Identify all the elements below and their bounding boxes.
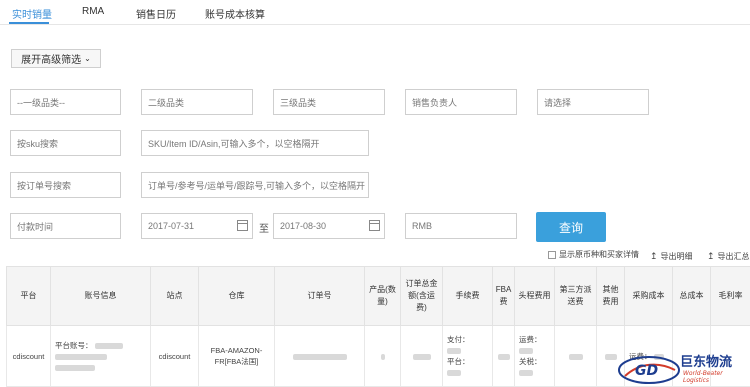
export-summary-link[interactable]: ↥ 导出汇总 [707,251,750,262]
sales-owner-select[interactable]: 销售负责人 [405,89,517,115]
tab-bar: 实时销量 RMA 销售日历 账号成本核算 [0,0,750,25]
date-range-separator: 至 [259,220,269,235]
redacted-value [447,348,461,354]
column-header: 订单号 [275,267,365,326]
category3-select[interactable]: 三级品类 [273,89,385,115]
tab-sales-calendar[interactable]: 销售日历 [136,6,176,21]
third-party-fee-cell [555,326,597,387]
order-search-type[interactable]: 按订单号搜索 [10,172,121,198]
chevron-down-icon: ⌄ [84,54,91,63]
calendar-icon[interactable] [369,220,380,231]
column-header: 总成本 [673,267,711,326]
redacted-value [413,354,431,360]
svg-text:GD: GD [635,363,658,379]
time-type-select[interactable]: 付款时间 [10,213,121,239]
redacted-value [498,354,510,360]
currency-select[interactable]: RMB [405,213,517,239]
column-header: 订单总金额(含运费) [401,267,443,326]
redacted-value [381,354,385,360]
warehouse-cell: FBA-AMAZON-FR[FBA法国] [199,326,275,387]
advanced-filter-label: 展开高级筛选 [21,51,81,66]
calendar-icon[interactable] [237,220,248,231]
tab-rma[interactable]: RMA [82,6,104,17]
category2-select[interactable]: 二级品类 [141,89,253,115]
fee-pay-label: 支付： [447,335,470,344]
checkbox-icon[interactable] [548,251,556,259]
tab-realtime-sales[interactable]: 实时销量 [12,6,52,21]
product-qty-cell [365,326,401,387]
column-header: FBA费 [493,267,515,326]
column-header: 平台 [7,267,51,326]
export-detail-label: 导出明细 [661,251,693,262]
redacted-value [519,370,533,376]
redacted-value [519,348,533,354]
tab-account-cost[interactable]: 账号成本核算 [205,6,265,21]
column-header: 站点 [151,267,199,326]
site-cell: cdiscount [151,326,199,387]
advanced-filter-button[interactable]: 展开高级筛选 ⌄ [11,49,101,68]
redacted-value [55,365,95,371]
logo-name: 巨东物流 [680,351,732,370]
account-cell: 平台账号： [51,326,151,387]
redacted-value [293,354,347,360]
redacted-value [95,343,123,349]
order-number-cell [275,326,365,387]
column-header: 头程费用 [515,267,555,326]
head-tariff-label: 关税： [519,357,542,366]
date-to-value: 2017-08-30 [280,221,326,231]
sku-search-type[interactable]: 按sku搜索 [10,130,121,156]
column-header: 第三方派送费 [555,267,597,326]
upload-icon: ↥ [707,251,715,262]
head-freight-label: 运费： [519,335,542,344]
category1-select[interactable]: --一级品类-- [10,89,121,115]
order-total-cell [401,326,443,387]
query-button[interactable]: 查询 [536,212,606,242]
fee-platform-label: 平台： [447,357,470,366]
fba-fee-cell [493,326,515,387]
date-from-value: 2017-07-31 [148,221,194,231]
redacted-value [55,354,107,360]
show-currency-detail-checkbox[interactable]: 显示原币种和买家详情 [548,249,639,260]
platform-cell: cdiscount [7,326,51,387]
redacted-value [447,370,461,376]
column-header: 毛利率 [711,267,750,326]
column-header: 账号信息 [51,267,151,326]
generic-select[interactable]: 请选择 [537,89,649,115]
export-summary-label: 导出汇总 [718,251,750,262]
column-header: 产品(数量) [365,267,401,326]
table-header-row: 平台 账号信息 站点 仓库 订单号 产品(数量) 订单总金额(含运费) 手续费 … [7,267,750,326]
head-freight-cell: 运费： 关税： [515,326,555,387]
account-label: 平台账号： [55,341,93,350]
column-header: 采购成本 [625,267,673,326]
export-detail-link[interactable]: ↥ 导出明细 [650,251,693,262]
column-header: 手续费 [443,267,493,326]
order-search-input[interactable]: 订单号/参考号/运单号/跟踪号,可输入多个，以空格隔开 [141,172,369,198]
fee-cell: 支付： 平台： [443,326,493,387]
show-currency-detail-label: 显示原币种和买家详情 [559,249,639,260]
sku-search-input[interactable]: SKU/Item ID/Asin,可输入多个，以空格隔开 [141,130,369,156]
redacted-value [569,354,583,360]
column-header: 仓库 [199,267,275,326]
logo-tagline: World-Beater Logistics [683,370,750,384]
date-from-input[interactable]: 2017-07-31 [141,213,253,239]
upload-icon: ↥ [650,251,658,262]
active-tab-indicator [9,22,49,24]
column-header: 其他费用 [597,267,625,326]
date-to-input[interactable]: 2017-08-30 [273,213,385,239]
